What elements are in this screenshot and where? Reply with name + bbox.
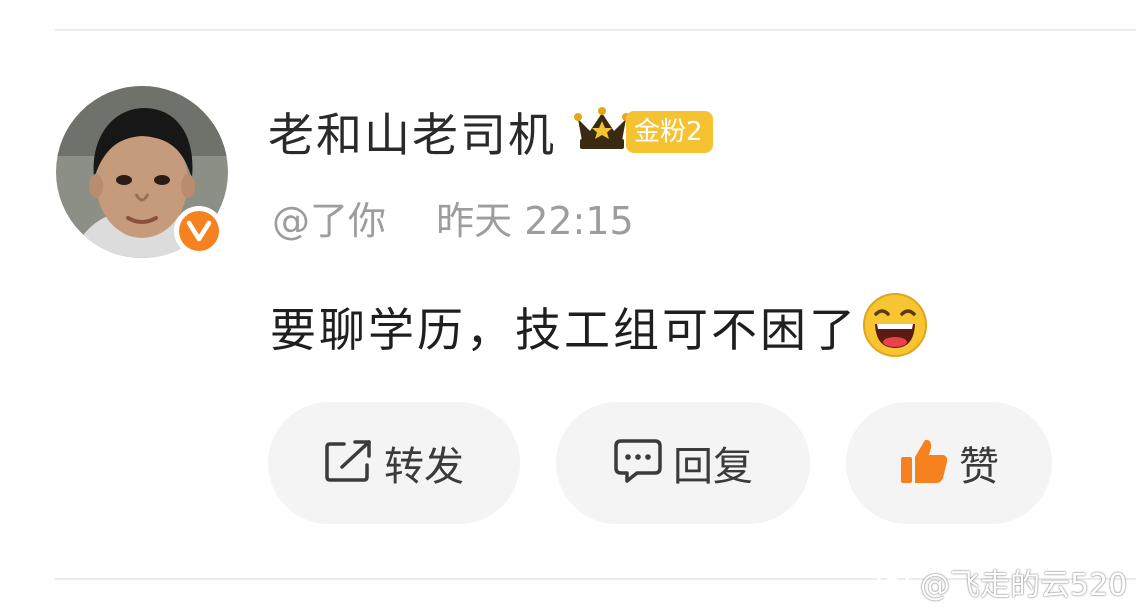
fan-level-label: 金粉2 — [626, 111, 713, 153]
verified-v-icon — [179, 211, 219, 251]
reply-label: 回复 — [673, 444, 753, 490]
forward-label: 转发 — [384, 444, 464, 490]
username[interactable]: 老和山老司机 — [268, 99, 556, 165]
crown-icon — [574, 105, 630, 159]
reply-to-mention[interactable]: @了你 — [272, 199, 386, 243]
thumbs-up-icon — [899, 437, 949, 489]
watermark-text: @飞走的云520 — [920, 568, 1128, 603]
reply-button[interactable]: 回复 — [556, 402, 810, 524]
name-row: 老和山老司机 金粉2 — [268, 100, 713, 164]
laughing-face-emoji — [862, 292, 928, 362]
comment-bubble-icon — [613, 438, 663, 488]
forward-button[interactable]: 转发 — [268, 402, 520, 524]
like-label: 赞 — [959, 444, 999, 490]
meta-row: @了你 昨天 22:15 — [272, 190, 634, 245]
weibo-logo-icon — [876, 561, 917, 602]
top-divider — [55, 29, 1136, 31]
verified-badge — [174, 206, 224, 256]
like-button[interactable]: 赞 — [846, 402, 1052, 524]
watermark: @飞走的云520 — [872, 561, 1128, 603]
share-out-icon — [324, 439, 374, 487]
comment-text: 要聊学历，技工组可不困了 — [270, 303, 858, 357]
fan-badge[interactable]: 金粉2 — [574, 105, 713, 159]
timestamp: 昨天 22:15 — [436, 199, 634, 243]
comment-body: 要聊学历，技工组可不困了 — [270, 292, 928, 362]
